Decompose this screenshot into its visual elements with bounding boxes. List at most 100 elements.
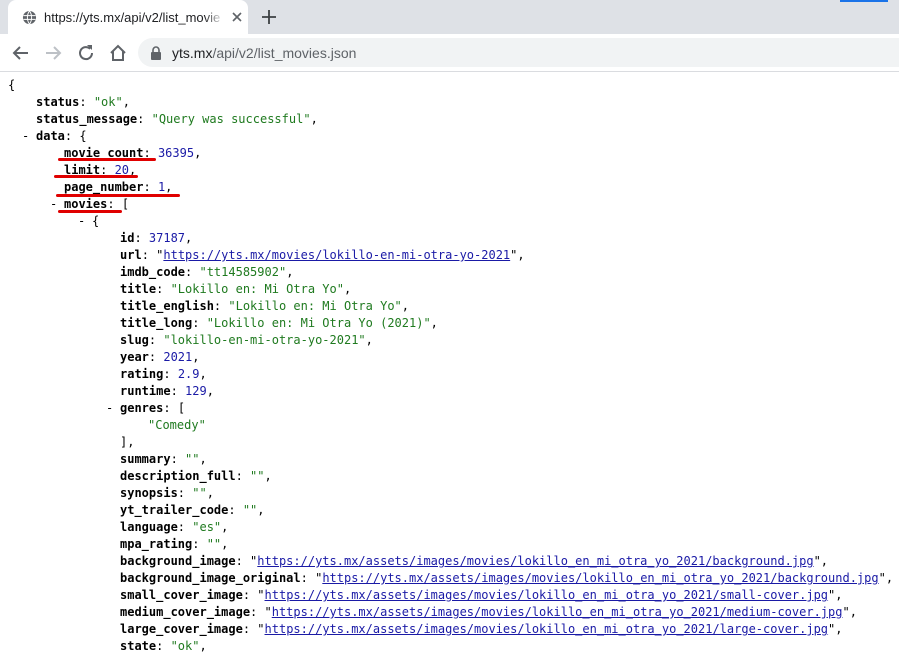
key-title-long: title_long [120, 316, 193, 330]
value-movie-count: 36395 [157, 146, 195, 160]
json-line-genres-close: ], [120, 434, 134, 451]
link-small-cover-image[interactable]: https://yts.mx/assets/images/movies/loki… [265, 588, 829, 602]
browser-toolbar: yts.mx/api/v2/list_movies.json [0, 34, 899, 72]
genres-open-bracket: [ [177, 401, 186, 415]
key-large-cover-image: large_cover_image [120, 622, 243, 636]
key-rating: rating [120, 367, 164, 381]
collapse-toggle-movie-0[interactable]: - [78, 213, 85, 230]
json-line-title: title: "Lokillo en: Mi Otra Yo", [120, 282, 352, 296]
key-genres: genres [120, 401, 164, 415]
link-movie-url[interactable]: https://yts.mx/movies/lokillo-en-mi-otra… [163, 248, 510, 262]
key-medium-cover-image: medium_cover_image [120, 605, 251, 619]
link-large-cover-image[interactable]: https://yts.mx/assets/images/movies/loki… [265, 622, 829, 636]
key-state: state [120, 639, 157, 653]
reload-icon[interactable] [75, 42, 97, 64]
tab-strip: https://yts.mx/api/v2/list_movies.json [0, 0, 899, 34]
home-icon[interactable] [107, 42, 129, 64]
lock-icon[interactable] [150, 46, 162, 60]
collapse-toggle-data[interactable]: - [22, 128, 29, 145]
key-imdb-code: imdb_code [120, 265, 186, 279]
key-movies: movies [64, 197, 108, 211]
link-background-image-original[interactable]: https://yts.mx/assets/images/movies/loki… [322, 571, 878, 585]
value-genre-0: "Comedy" [148, 418, 206, 432]
value-id: 37187 [148, 231, 186, 245]
red-underline-movie-count [58, 158, 156, 161]
globe-icon [22, 10, 37, 25]
json-line-yt-trailer-code: yt_trailer_code: "", [120, 503, 265, 517]
key-background-image-original: background_image_original [120, 571, 301, 585]
value-description-full: "" [250, 469, 265, 483]
json-line-genres: genres: [ [120, 401, 186, 415]
json-line-description-full: description_full: "", [120, 469, 272, 483]
key-status: status [36, 95, 80, 109]
json-line-background-image-original: background_image_original: "https://yts.… [120, 571, 894, 585]
tab-title-fade [204, 6, 224, 28]
key-small-cover-image: small_cover_image [120, 588, 243, 602]
value-rating: 2.9 [177, 367, 200, 381]
collapse-toggle-movies[interactable]: - [50, 196, 57, 213]
json-line-year: year: 2021, [120, 350, 200, 364]
json-line-synopsis: synopsis: "", [120, 486, 214, 500]
tab-list-movies[interactable]: https://yts.mx/api/v2/list_movies.json [8, 0, 248, 34]
value-title-english: "Lokillo en: Mi Otra Yo" [228, 299, 402, 313]
value-title-long: "Lokillo en: Mi Otra Yo (2021)" [206, 316, 431, 330]
red-underline-limit [54, 175, 138, 178]
data-open-brace: { [79, 129, 87, 143]
address-bar[interactable]: yts.mx/api/v2/list_movies.json [138, 38, 899, 67]
json-line-status: status: "ok", [36, 95, 130, 109]
forward-arrow-icon[interactable] [42, 42, 64, 64]
value-language: "es" [192, 520, 222, 534]
json-line-id: id: 37187, [120, 231, 193, 245]
json-line-title-english: title_english: "Lokillo en: Mi Otra Yo", [120, 299, 409, 313]
value-synopsis: "" [192, 486, 207, 500]
json-line-runtime: runtime: 129, [120, 384, 214, 398]
json-viewer: { status: "ok", status_message: "Query w… [0, 72, 899, 654]
json-line-url: url: "https://yts.mx/movies/lokillo-en-m… [120, 248, 525, 262]
json-line-large-cover-image: large_cover_image: "https://yts.mx/asset… [120, 622, 843, 636]
url-host: yts.mx [172, 45, 213, 61]
key-slug: slug [120, 333, 149, 347]
json-line-medium-cover-image: medium_cover_image: "https://yts.mx/asse… [120, 605, 857, 619]
json-line-title-long: title_long: "Lokillo en: Mi Otra Yo (202… [120, 316, 438, 330]
key-summary: summary [120, 452, 171, 466]
json-line-slug: slug: "lokillo-en-mi-otra-yo-2021", [120, 333, 373, 347]
link-background-image[interactable]: https://yts.mx/assets/images/movies/loki… [257, 554, 813, 568]
key-page-number: page_number [64, 180, 144, 194]
new-tab-plus-icon[interactable] [260, 8, 278, 26]
link-medium-cover-image[interactable]: https://yts.mx/assets/images/movies/loki… [272, 605, 843, 619]
root-open-brace: { [8, 78, 16, 92]
collapse-toggle-genres[interactable]: - [106, 400, 113, 417]
json-line-data: data: { [36, 129, 87, 143]
key-title-english: title_english [120, 299, 214, 313]
json-line-summary: summary: "", [120, 452, 207, 466]
json-line-language: language: "es", [120, 520, 229, 534]
value-state: "ok" [170, 639, 200, 653]
value-imdb-code: "tt14585902" [199, 265, 287, 279]
key-status-message: status_message [36, 112, 138, 126]
key-synopsis: synopsis [120, 486, 178, 500]
json-line-imdb-code: imdb_code: "tt14585902", [120, 265, 294, 279]
value-summary: "" [185, 452, 200, 466]
key-year: year [120, 350, 149, 364]
close-icon[interactable] [230, 10, 244, 24]
key-background-image: background_image [120, 554, 236, 568]
value-yt-trailer-code: "" [242, 503, 258, 517]
value-status: "ok" [93, 95, 123, 109]
back-arrow-icon[interactable] [10, 42, 32, 64]
json-line-state: state: "ok", [120, 639, 207, 653]
movie-open-brace: { [92, 214, 100, 228]
key-data: data [36, 129, 65, 143]
key-yt-trailer-code: yt_trailer_code [120, 503, 229, 517]
value-mpa-rating: "" [206, 537, 222, 551]
value-title: "Lokillo en: Mi Otra Yo" [170, 282, 344, 296]
key-description-full: description_full [120, 469, 236, 483]
key-language: language [120, 520, 178, 534]
genres-close-bracket: ], [120, 435, 135, 449]
value-slug: "lokillo-en-mi-otra-yo-2021" [163, 333, 366, 347]
value-runtime: 129 [185, 384, 207, 398]
movies-open-bracket: [ [121, 197, 130, 211]
json-line-rating: rating: 2.9, [120, 367, 207, 381]
json-line-mpa-rating: mpa_rating: "", [120, 537, 229, 551]
tab-title: https://yts.mx/api/v2/list_movies.json [44, 10, 220, 25]
key-title: title [120, 282, 157, 296]
